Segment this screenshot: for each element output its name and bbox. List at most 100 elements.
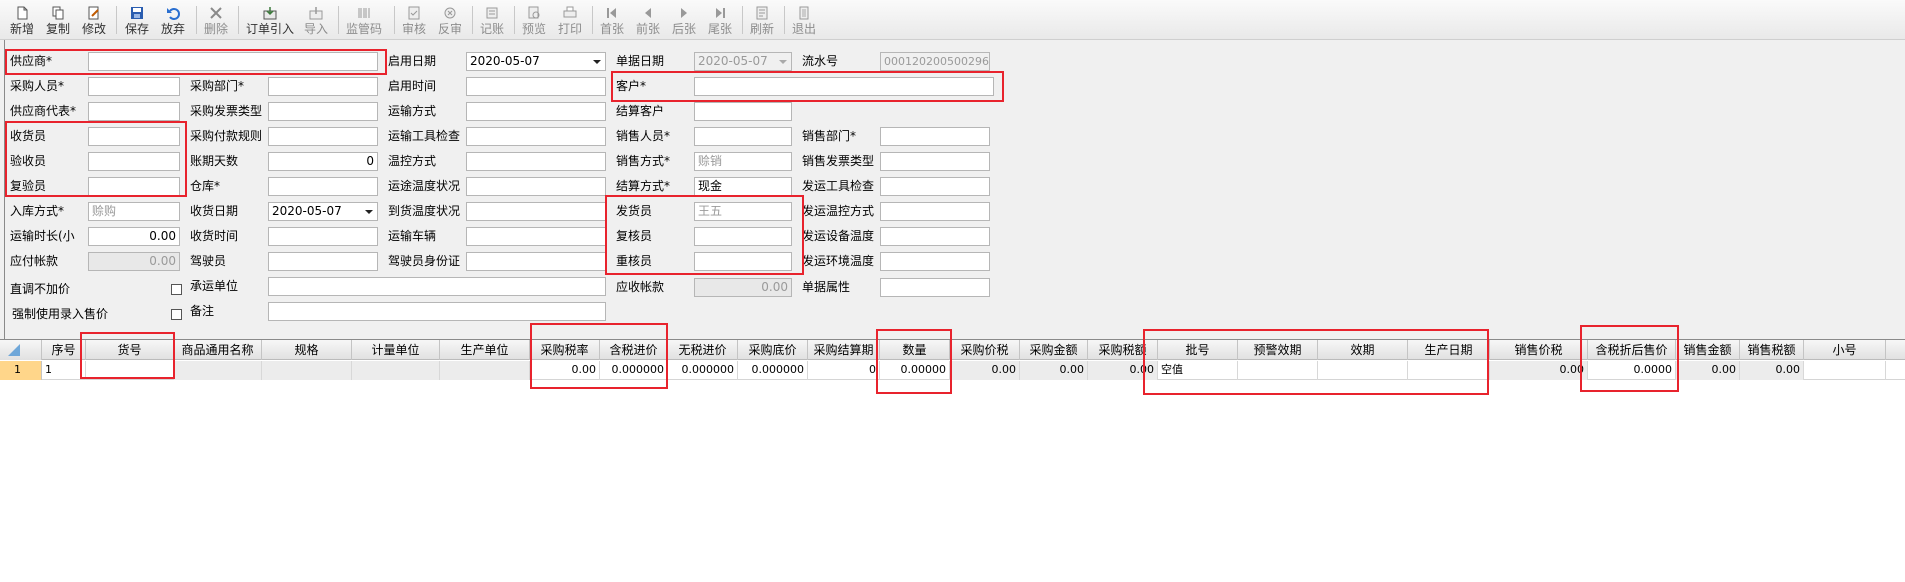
cell-seq[interactable]: 1 xyxy=(42,361,86,380)
chevron-down-icon[interactable] xyxy=(365,210,373,214)
doc-attr-input[interactable] xyxy=(880,278,990,297)
print-button[interactable]: 打印 xyxy=(554,6,586,40)
col-header-unit[interactable]: 计量单位 xyxy=(352,340,440,360)
force-sale-price-checkbox[interactable] xyxy=(171,309,182,320)
chevron-down-icon[interactable] xyxy=(593,60,601,64)
first-button[interactable]: 首张 xyxy=(596,6,628,40)
col-header-base-price[interactable]: 采购底价 xyxy=(738,340,808,360)
payment-days-input[interactable]: 0 xyxy=(268,152,378,171)
new-button[interactable]: 新增 xyxy=(6,6,38,40)
purchase-dept-input[interactable] xyxy=(268,77,378,96)
customer-input[interactable] xyxy=(694,77,994,96)
copy-button[interactable]: 复制 xyxy=(42,6,74,40)
ship-device-temp-input[interactable] xyxy=(880,227,990,246)
col-header-sale-tax[interactable]: 销售税额 xyxy=(1740,340,1804,360)
col-header-sale-total[interactable]: 销售价税 xyxy=(1490,340,1588,360)
preview-button[interactable]: 预览 xyxy=(518,6,550,40)
save-button[interactable]: 保存 xyxy=(120,6,154,40)
cell-purchase-total[interactable]: 0.00 xyxy=(950,361,1020,380)
cell-batch-no[interactable]: 空值 xyxy=(1158,361,1238,380)
col-header-settle-period[interactable]: 采购结算期 xyxy=(808,340,880,360)
driver-id-input[interactable] xyxy=(466,252,606,271)
cell-quantity[interactable]: 0.00000 xyxy=(880,361,950,380)
start-date-select[interactable]: 2020-05-07 xyxy=(466,52,606,71)
row-indicator[interactable]: 1 xyxy=(0,361,42,380)
edit-button[interactable]: 修改 xyxy=(78,6,110,40)
stockin-method-input[interactable]: 赊购 xyxy=(88,202,180,221)
cell-settle-period[interactable]: 0 xyxy=(808,361,880,380)
arrival-temp-input[interactable] xyxy=(466,202,606,221)
last-button[interactable]: 尾张 xyxy=(704,6,736,40)
col-header-small-no[interactable]: 小号 xyxy=(1804,340,1886,360)
transport-tool-check-input[interactable] xyxy=(466,127,606,146)
no-price-add-checkbox[interactable] xyxy=(171,284,182,295)
receiver-input[interactable] xyxy=(88,127,180,146)
rechecker2-input[interactable] xyxy=(694,252,792,271)
col-header-warn-expiry[interactable]: 预警效期 xyxy=(1238,340,1318,360)
remark-input[interactable] xyxy=(268,302,606,321)
supplier-input[interactable] xyxy=(88,52,378,71)
cell-discount-price[interactable]: 0.0000 xyxy=(1588,361,1676,380)
ship-env-temp-input[interactable] xyxy=(880,252,990,271)
salesperson-input[interactable] xyxy=(694,127,792,146)
purchase-payment-rule-input[interactable] xyxy=(268,127,378,146)
table-row[interactable]: 1 0.00 0.000000 0.000000 0.000000 0 0.00… xyxy=(42,361,1905,380)
cell-sale-amount[interactable]: 0.00 xyxy=(1676,361,1740,380)
shipper-input[interactable]: 王五 xyxy=(694,202,792,221)
col-header-purchase-tax[interactable]: 采购税额 xyxy=(1088,340,1158,360)
settle-method-input[interactable]: 现金 xyxy=(694,177,792,196)
cell-small-no[interactable] xyxy=(1804,361,1886,380)
col-header-expiry[interactable]: 效期 xyxy=(1318,340,1408,360)
cell-tax-rate[interactable]: 0.00 xyxy=(530,361,600,380)
cell-sale-total[interactable]: 0.00 xyxy=(1490,361,1588,380)
abandon-button[interactable]: 放弃 xyxy=(156,6,190,40)
cell-unit[interactable] xyxy=(352,361,440,380)
vehicle-input[interactable] xyxy=(466,227,606,246)
reviewer-input[interactable] xyxy=(88,177,180,196)
temp-control-input[interactable] xyxy=(466,152,606,171)
settle-customer-input[interactable] xyxy=(694,102,792,121)
sales-dept-input[interactable] xyxy=(880,127,990,146)
warehouse-input[interactable] xyxy=(268,177,378,196)
post-button[interactable]: 记账 xyxy=(476,6,508,40)
col-header-quantity[interactable]: 数量 xyxy=(880,340,950,360)
prev-button[interactable]: 前张 xyxy=(632,6,664,40)
cell-tax-price[interactable]: 0.000000 xyxy=(600,361,668,380)
col-header-purchase-amount[interactable]: 采购金额 xyxy=(1020,340,1088,360)
col-header-item-no[interactable]: 货号 xyxy=(86,340,174,360)
ship-temp-control-input[interactable] xyxy=(880,202,990,221)
transport-mode-input[interactable] xyxy=(466,102,606,121)
col-header-batch-no[interactable]: 批号 xyxy=(1158,340,1238,360)
next-button[interactable]: 后张 xyxy=(668,6,700,40)
cell-purchase-tax[interactable]: 0.00 xyxy=(1088,361,1158,380)
sales-method-input[interactable]: 赊销 xyxy=(694,152,792,171)
cell-purchase-amount[interactable]: 0.00 xyxy=(1020,361,1088,380)
col-header-spec[interactable]: 规格 xyxy=(262,340,352,360)
ship-tool-check-input[interactable] xyxy=(880,177,990,196)
cell-notax-price[interactable]: 0.000000 xyxy=(668,361,738,380)
col-header-discount-price[interactable]: 含税折后售价 xyxy=(1588,340,1676,360)
import-button[interactable]: 导入 xyxy=(300,6,332,40)
cell-sale-tax[interactable]: 0.00 xyxy=(1740,361,1804,380)
col-header-maker[interactable]: 生产单位 xyxy=(440,340,530,360)
audit-button[interactable]: 审核 xyxy=(398,6,430,40)
refresh-button[interactable]: 刷新 xyxy=(746,6,778,40)
cell-maker[interactable] xyxy=(440,361,530,380)
carrier-input[interactable] xyxy=(268,277,606,296)
col-header-name[interactable]: 商品通用名称 xyxy=(174,340,262,360)
cell-warn-expiry[interactable] xyxy=(1238,361,1318,380)
grid-corner[interactable] xyxy=(0,340,42,360)
sales-invoice-type-input[interactable] xyxy=(880,152,990,171)
receive-time-input[interactable] xyxy=(268,227,378,246)
col-header-sale-amount[interactable]: 销售金额 xyxy=(1676,340,1740,360)
purchase-invoice-type-input[interactable] xyxy=(268,102,378,121)
col-header-notax-price[interactable]: 无税进价 xyxy=(668,340,738,360)
col-header-purchase-total[interactable]: 采购价税 xyxy=(950,340,1020,360)
inspector-input[interactable] xyxy=(88,152,180,171)
transport-duration-input[interactable]: 0.00 xyxy=(88,227,180,246)
delete-button[interactable]: 删除 xyxy=(200,6,232,40)
cell-prod-date[interactable] xyxy=(1408,361,1490,380)
transit-temp-input[interactable] xyxy=(466,177,606,196)
cell-item-no[interactable] xyxy=(86,361,174,380)
driver-input[interactable] xyxy=(268,252,378,271)
